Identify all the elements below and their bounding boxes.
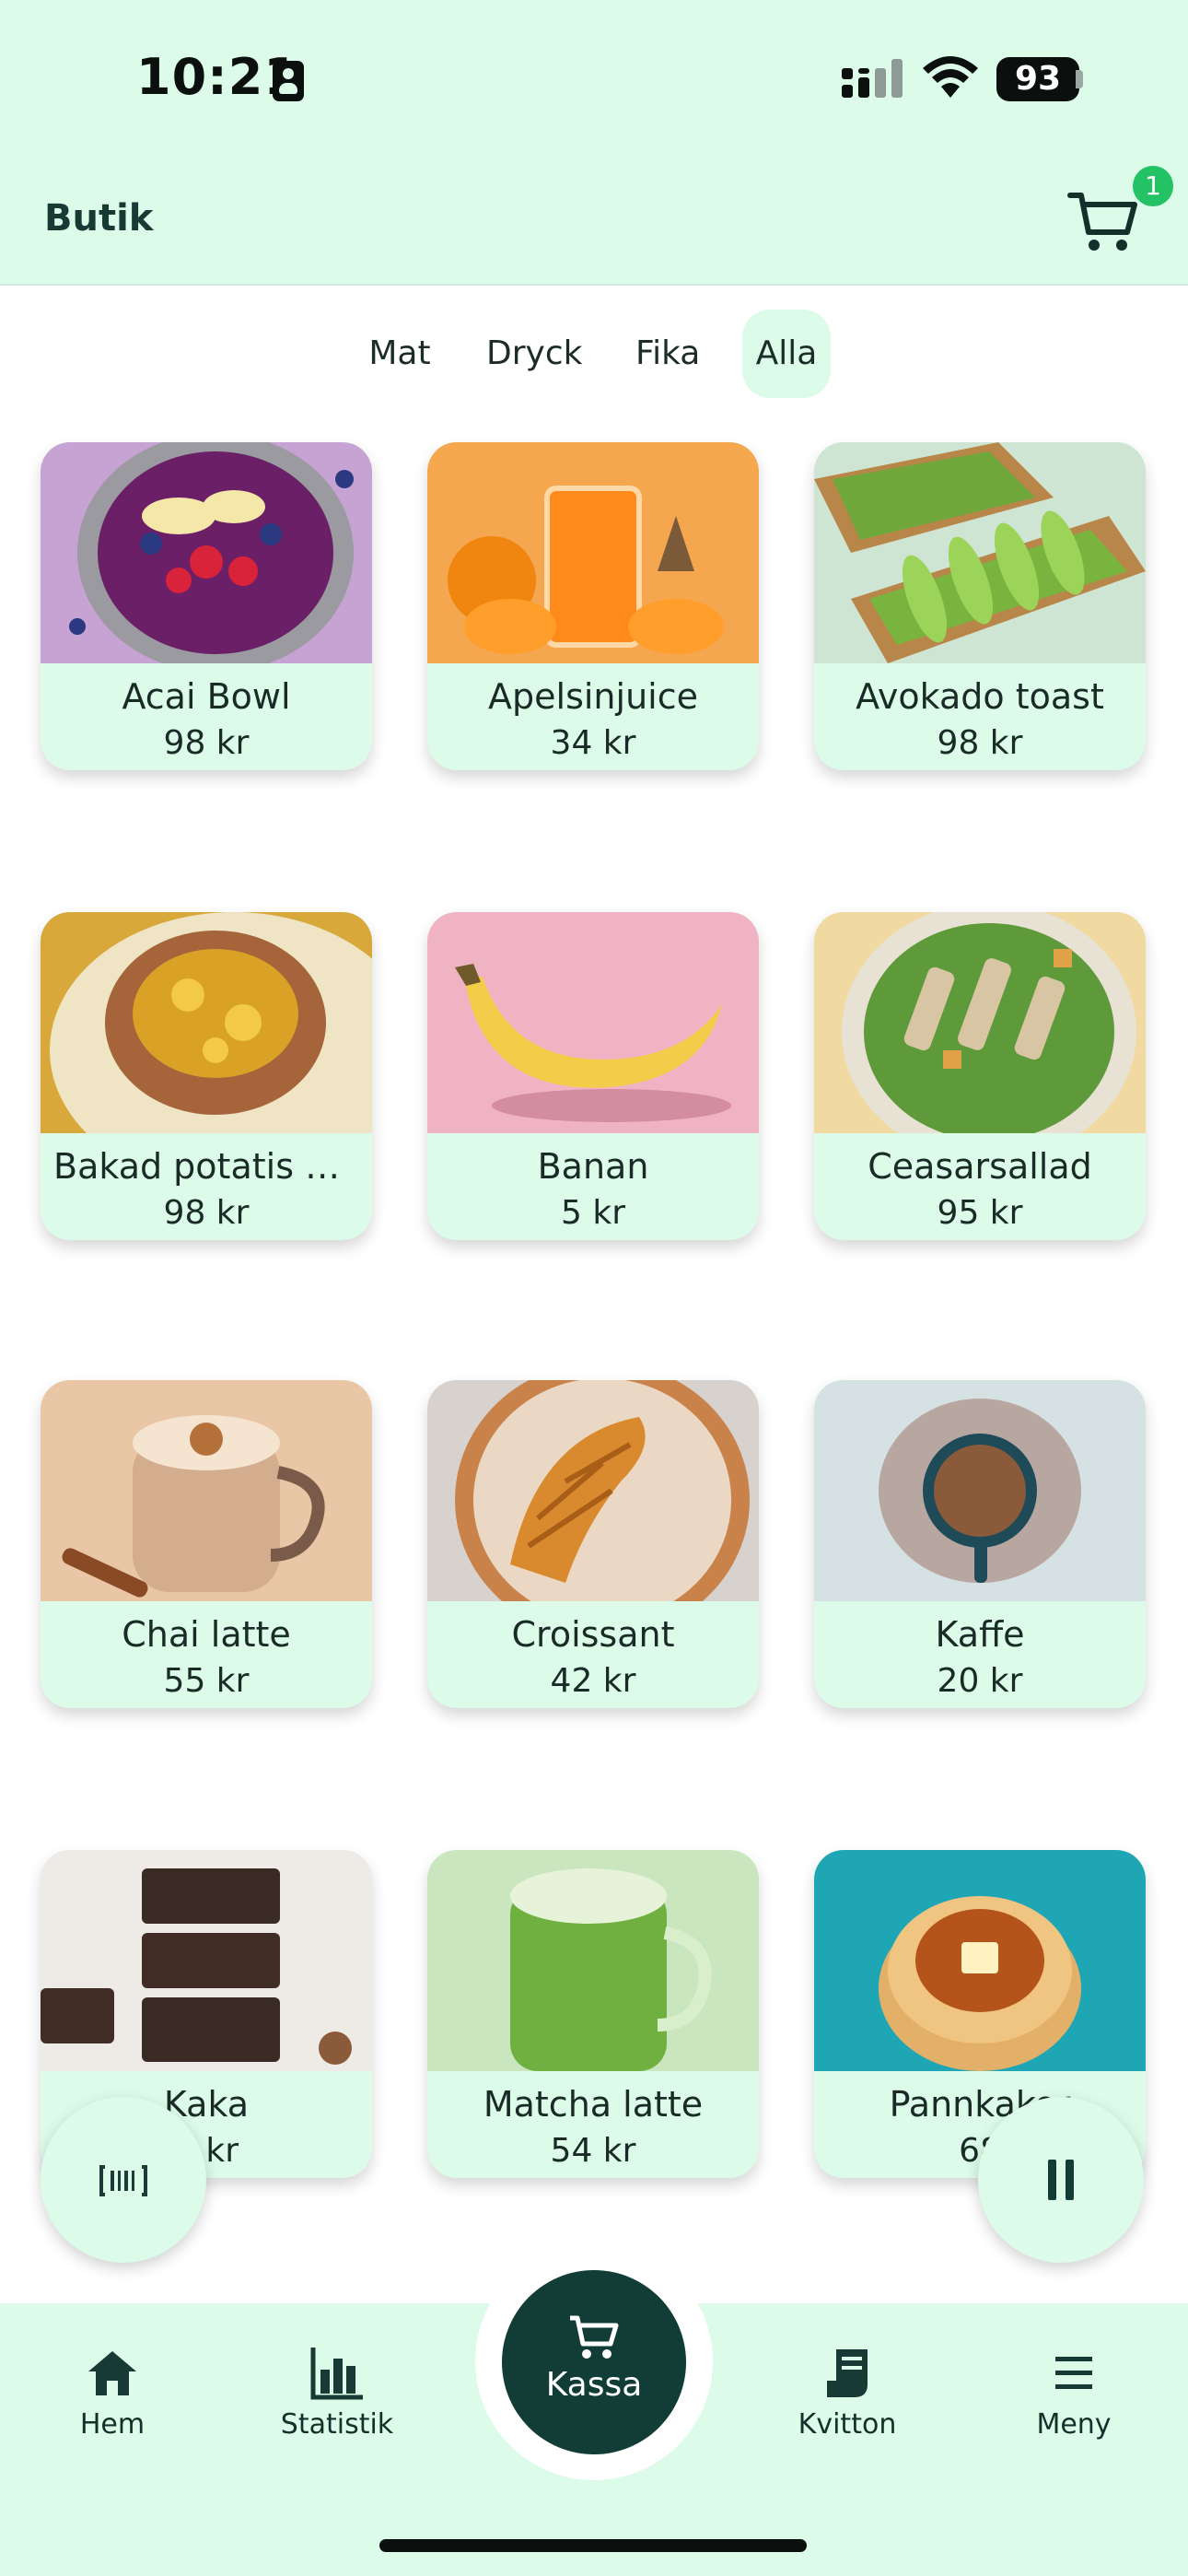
- product-card-matcha-latte[interactable]: Matcha latte 54 kr: [427, 1850, 759, 2178]
- scan-barcode-button[interactable]: [41, 2097, 206, 2263]
- pause-icon: [1048, 2160, 1074, 2200]
- baked-potato-image: [41, 912, 372, 1133]
- product-card-acai-bowl[interactable]: Acai Bowl 98 kr: [41, 442, 372, 770]
- product-card-apelsinjuice[interactable]: Apelsinjuice 34 kr: [427, 442, 759, 770]
- cellular-signal-icon: [842, 59, 903, 98]
- product-price: 5 kr: [561, 1194, 625, 1232]
- caesar-salad-image: [814, 912, 1146, 1133]
- coffee-image: [814, 1380, 1146, 1601]
- product-card-chai-latte[interactable]: Chai latte 55 kr: [41, 1380, 372, 1708]
- tab-alla[interactable]: Alla: [742, 310, 831, 398]
- nav-label-statistik: Statistik: [280, 2408, 394, 2441]
- product-name: Chai latte: [122, 1614, 291, 1655]
- product-price: 42 kr: [550, 1662, 636, 1700]
- cart-count-badge: 1: [1133, 166, 1173, 206]
- product-card-croissant[interactable]: Croissant 42 kr: [427, 1380, 759, 1708]
- page-title: Butik: [44, 197, 154, 240]
- avocado-toast-image: [814, 442, 1146, 663]
- orange-juice-image: [427, 442, 759, 663]
- bar-chart-icon: [310, 2348, 363, 2400]
- product-price: 55 kr: [163, 1662, 250, 1700]
- nav-item-meny[interactable]: Meny: [982, 2344, 1166, 2464]
- nav-label-kvitton: Kvitton: [798, 2408, 897, 2441]
- battery-tip: [1076, 70, 1083, 88]
- chai-latte-image: [41, 1380, 372, 1601]
- product-name: Banan: [537, 1146, 649, 1187]
- product-name: Matcha latte: [483, 2084, 704, 2125]
- product-card-avokado-toast[interactable]: Avokado toast 98 kr: [814, 442, 1146, 770]
- product-card-banan[interactable]: Banan 5 kr: [427, 912, 759, 1240]
- product-name: Bakad potatis m...: [53, 1146, 359, 1187]
- product-price: 98 kr: [163, 724, 250, 762]
- product-price: 98 kr: [937, 724, 1023, 762]
- product-price: 98 kr: [163, 1194, 250, 1232]
- product-name: Ceasarsallad: [868, 1146, 1092, 1187]
- product-name: Croissant: [511, 1614, 675, 1655]
- product-price: 95 kr: [937, 1194, 1023, 1232]
- product-price: 54 kr: [550, 2132, 636, 2170]
- menu-icon: [1055, 2357, 1092, 2389]
- tab-fika[interactable]: Fika: [623, 310, 711, 398]
- product-name: Acai Bowl: [122, 676, 291, 717]
- nav-item-statistik[interactable]: Statistik: [245, 2344, 429, 2464]
- nav-label-meny: Meny: [1036, 2408, 1112, 2441]
- pause-button[interactable]: [978, 2097, 1144, 2263]
- contact-card-icon: [273, 61, 304, 101]
- cart-icon: [570, 2315, 619, 2359]
- tab-mat[interactable]: Mat: [355, 310, 444, 398]
- nav-item-hem[interactable]: Hem: [20, 2344, 204, 2464]
- top-bar: 10:21 93 Butik 1: [0, 0, 1188, 286]
- product-name: Avokado toast: [856, 676, 1104, 717]
- battery-indicator: 93: [996, 57, 1079, 101]
- croissant-image: [427, 1380, 759, 1601]
- nav-label-hem: Hem: [79, 2408, 146, 2441]
- tab-dryck[interactable]: Dryck: [473, 310, 593, 398]
- checkout-button[interactable]: Kassa: [502, 2270, 686, 2454]
- checkout-label: Kassa: [545, 2366, 643, 2404]
- matcha-latte-image: [427, 1850, 759, 2071]
- product-price: 20 kr: [937, 1662, 1023, 1700]
- product-card-kaffe[interactable]: Kaffe 20 kr: [814, 1380, 1146, 1708]
- product-card-bakad-potatis[interactable]: Bakad potatis m... 98 kr: [41, 912, 372, 1240]
- home-indicator: [379, 2539, 807, 2552]
- wifi-icon: [923, 56, 978, 98]
- receipt-icon: [827, 2349, 868, 2397]
- cart-icon[interactable]: [1066, 188, 1140, 254]
- product-name: Kaffe: [935, 1614, 1025, 1655]
- cake-image: [41, 1850, 372, 2071]
- acai-bowl-image: [41, 442, 372, 663]
- product-card-ceasarsallad[interactable]: Ceasarsallad 95 kr: [814, 912, 1146, 1240]
- category-tabs: Mat Dryck Fika Alla: [0, 310, 1188, 398]
- product-price: 34 kr: [550, 724, 636, 762]
- banana-image: [427, 912, 759, 1133]
- barcode-icon: [99, 2165, 147, 2196]
- home-icon: [88, 2351, 136, 2395]
- pancakes-image: [814, 1850, 1146, 2071]
- product-name: Apelsinjuice: [488, 676, 698, 717]
- nav-item-kvitton[interactable]: Kvitton: [755, 2344, 939, 2464]
